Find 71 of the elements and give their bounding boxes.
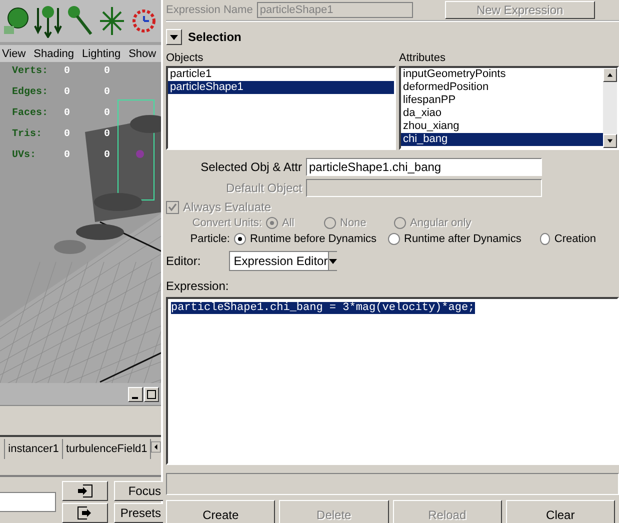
arrow-out-box-icon bbox=[77, 506, 93, 520]
stat-value: 0 bbox=[104, 108, 112, 119]
arrow-into-box-icon bbox=[77, 484, 93, 498]
selected-attr-field[interactable]: particleShape1.chi_bang bbox=[306, 158, 542, 176]
menu-item[interactable]: Show bbox=[128, 48, 156, 60]
checkbox-label: Always Evaluate bbox=[183, 200, 272, 214]
stat-value: 0 bbox=[104, 150, 112, 161]
editor-dropdown[interactable]: Expression Editor bbox=[228, 251, 337, 271]
input-field[interactable] bbox=[0, 492, 56, 512]
list-item[interactable]: particleShape1 bbox=[168, 81, 394, 94]
expression-field[interactable]: particleShape1.chi_bang = 3*mag(velocity)*age; bbox=[166, 297, 619, 465]
stat-value: 0 bbox=[104, 66, 112, 77]
presets-button[interactable]: Presets bbox=[114, 503, 164, 523]
stat-label: UVs: bbox=[12, 150, 38, 161]
field-label: Selected Obj & Attr bbox=[200, 160, 302, 174]
stat-label: Edges: bbox=[12, 87, 50, 98]
menu-item[interactable]: View bbox=[2, 48, 26, 60]
stat-value: 0 bbox=[64, 129, 72, 140]
list-item[interactable]: da_xiao bbox=[401, 107, 603, 120]
list-item[interactable]: deformedPosition bbox=[401, 81, 603, 94]
section-title: Selection bbox=[188, 30, 242, 44]
radio-label: Runtime before Dynamics bbox=[250, 233, 377, 245]
list-item[interactable]: zhou_xiang bbox=[401, 120, 603, 133]
wand-icon[interactable] bbox=[66, 4, 94, 38]
list-label: Objects bbox=[166, 52, 204, 64]
stat-value: 0 bbox=[64, 87, 72, 98]
stat-value: 0 bbox=[64, 108, 72, 119]
radio-label: Creation bbox=[554, 233, 596, 245]
radio-label: None bbox=[340, 217, 366, 229]
caret-icon bbox=[170, 33, 178, 41]
stat-label: Faces: bbox=[12, 108, 50, 119]
stat-value: 0 bbox=[64, 150, 72, 161]
down-arrows-icon[interactable] bbox=[34, 4, 62, 38]
collapse-toggle[interactable] bbox=[166, 29, 182, 45]
list-item[interactable]: particle1 bbox=[168, 68, 394, 81]
stat-value: 0 bbox=[104, 87, 112, 98]
radio-button[interactable] bbox=[540, 233, 550, 245]
list-item[interactable]: inputGeometryPoints bbox=[401, 68, 603, 81]
minimize-icon[interactable] bbox=[128, 386, 143, 402]
field-label: Editor: bbox=[166, 254, 201, 268]
load-button[interactable] bbox=[62, 481, 108, 501]
option-label: Convert Units: bbox=[191, 217, 262, 229]
caret-icon bbox=[328, 258, 337, 264]
stat-value: 0 bbox=[104, 129, 112, 140]
action-button[interactable]: Clear bbox=[506, 500, 615, 523]
action-button[interactable]: Create bbox=[166, 500, 276, 523]
list-label: Attributes bbox=[399, 52, 446, 64]
radio-label: All bbox=[282, 217, 294, 229]
stat-label: Tris: bbox=[12, 129, 44, 140]
list-item[interactable]: lifespanPP bbox=[401, 94, 603, 107]
maximize-icon[interactable] bbox=[144, 386, 159, 402]
field-label: Default Object bbox=[224, 181, 302, 195]
scroll-up-icon[interactable] bbox=[603, 68, 617, 82]
radio-button[interactable] bbox=[234, 233, 246, 245]
star-burst-icon[interactable] bbox=[98, 4, 126, 38]
field-label: Expression Name bbox=[166, 4, 253, 16]
focus-button[interactable]: Focus bbox=[114, 481, 164, 501]
export-button[interactable] bbox=[62, 503, 108, 523]
list-item[interactable]: chi_bang bbox=[401, 133, 603, 146]
menu-item[interactable]: Shading bbox=[34, 48, 74, 60]
field-label: Expression: bbox=[166, 279, 230, 293]
viewport[interactable]: Verts: 0 0 Edges: 0 0 Faces: 0 0 Tris: 0 0 UVs: 0 0 bbox=[0, 62, 161, 383]
option-label: Particle: bbox=[189, 233, 230, 245]
menu-item[interactable]: Lighting bbox=[82, 48, 121, 60]
scroll-down-icon[interactable] bbox=[603, 134, 617, 148]
stat-value: 0 bbox=[64, 66, 72, 77]
radio-button[interactable] bbox=[388, 233, 400, 245]
radio-label: Angular only bbox=[410, 217, 472, 229]
radio-label: Runtime after Dynamics bbox=[404, 233, 522, 245]
stat-label: Verts: bbox=[12, 66, 50, 77]
scroll-left-icon[interactable] bbox=[151, 439, 161, 455]
